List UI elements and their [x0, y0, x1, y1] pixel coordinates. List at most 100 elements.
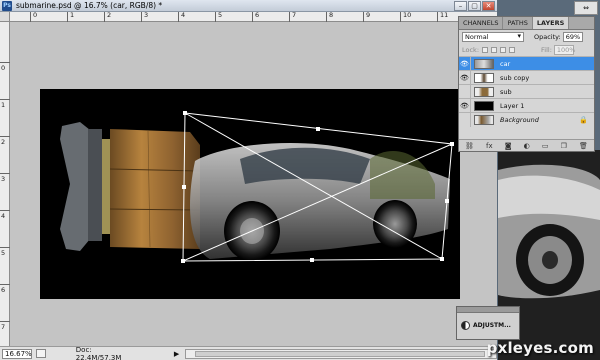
adjustments-button[interactable]: ADJUSTM... [461, 321, 519, 330]
ruler-left-tick: 6 [0, 284, 10, 294]
opacity-field[interactable]: 69% [562, 31, 583, 42]
link-icon[interactable]: ⛓ [465, 142, 474, 150]
lock-row: Lock: Fill: 100% [459, 43, 594, 56]
tab-channels[interactable]: CHANNELS [459, 17, 504, 29]
photoshop-icon: Ps [2, 0, 12, 11]
ruler-left-label: 5 [1, 249, 6, 257]
visibility-eye-icon[interactable]: 👁 [459, 98, 471, 113]
minimize-button[interactable]: – [454, 1, 467, 11]
adjustments-label: ADJUSTM... [473, 322, 511, 329]
ruler-top-label: 8 [329, 11, 334, 19]
canvas-area[interactable] [10, 22, 497, 346]
adjustments-icon [461, 321, 470, 330]
layer-thumbnail [474, 100, 494, 111]
lock-icon: 🔒 [579, 115, 588, 124]
blend-row: Normal Opacity: 69% [459, 30, 594, 43]
ruler-left-tick: 7 [0, 321, 10, 331]
layer-row-background[interactable]: Background 🔒 [459, 112, 594, 127]
scroll-thumb[interactable] [195, 350, 486, 357]
layer-thumbnail [474, 86, 494, 97]
ruler-top-label: 1 [70, 11, 75, 19]
layer-row-layer-1[interactable]: 👁 Layer 1 [459, 98, 594, 113]
layers-panel: CHANNELS PATHS LAYERS Normal Opacity: 69… [458, 16, 595, 152]
ruler-left-tick: 2 [0, 136, 10, 146]
fill-label: Fill: [541, 45, 552, 54]
panel-tabs: CHANNELS PATHS LAYERS [459, 17, 594, 30]
ruler-top-tick: 9 [363, 11, 370, 22]
ruler-left-label: 2 [1, 138, 6, 146]
ruler-left-label: 6 [1, 286, 6, 294]
layer-name: car [500, 59, 511, 68]
layer-row-car[interactable]: 👁 car [459, 56, 594, 71]
trash-icon[interactable]: 🗑 [579, 142, 588, 150]
ruler-top-tick: 4 [178, 11, 185, 22]
ruler-left-label: 3 [1, 175, 6, 183]
ruler-left[interactable]: 012345678 [0, 22, 10, 359]
document-window: Ps submarine.psd @ 16.7% (car, RGB/8) * … [0, 0, 497, 360]
status-bar: 16.67% Doc: 22.4M/57.3M ▶ [0, 346, 497, 360]
ruler-top-tick: 6 [252, 11, 259, 22]
opacity-label: Opacity: [534, 32, 561, 41]
status-menu-arrow-icon[interactable]: ▶ [174, 350, 179, 358]
visibility-eye-icon[interactable]: 👁 [459, 70, 471, 85]
ruler-left-tick: 5 [0, 247, 10, 257]
folder-icon[interactable]: ▭ [542, 142, 549, 150]
layer-row-sub-copy[interactable]: 👁 sub copy [459, 70, 594, 85]
fx-icon[interactable]: fx [486, 142, 493, 150]
lock-pixels-icon[interactable] [491, 46, 498, 53]
ruler-top[interactable]: 0 1 2 3 4 5 6 7 8 9 10 11 [10, 11, 497, 22]
zoom-field[interactable]: 16.67% [2, 348, 32, 359]
ruler-top-tick: 8 [326, 11, 333, 22]
doc-size-info: Doc: 22.4M/57.3M [75, 345, 122, 360]
layer-thumbnail [474, 114, 494, 125]
close-button[interactable]: ✕ [482, 1, 495, 11]
ruler-left-tick: 3 [0, 173, 10, 183]
ruler-top-label: 10 [403, 11, 412, 19]
ruler-top-label: 2 [107, 11, 112, 19]
new-layer-icon[interactable]: ❐ [561, 142, 567, 150]
blend-mode-select[interactable]: Normal [462, 31, 524, 42]
panel-menu-button[interactable]: ⇔ [574, 1, 598, 15]
lock-transparency-icon[interactable] [482, 46, 489, 53]
maximize-button[interactable]: ▢ [468, 1, 481, 11]
ruler-top-label: 5 [218, 11, 223, 19]
document-titlebar[interactable]: Ps submarine.psd @ 16.7% (car, RGB/8) * … [0, 0, 497, 12]
layer-name: Background [500, 115, 539, 124]
ruler-left-tick: 0 [0, 62, 10, 72]
lock-position-icon[interactable] [500, 46, 507, 53]
ruler-top-tick: 0 [30, 11, 37, 22]
ruler-top-tick: 2 [104, 11, 111, 22]
visibility-empty-slot[interactable] [459, 112, 471, 127]
image-canvas[interactable] [40, 89, 460, 299]
ruler-origin[interactable] [0, 12, 10, 22]
ruler-top-tick: 3 [141, 11, 148, 22]
lock-all-icon[interactable] [509, 46, 516, 53]
visibility-eye-icon[interactable]: 👁 [459, 56, 471, 71]
ruler-top-tick: 1 [67, 11, 74, 22]
ruler-top-tick: 10 [400, 11, 411, 22]
adjustments-panel: ADJUSTM... [456, 306, 520, 340]
tab-layers[interactable]: LAYERS [532, 17, 570, 29]
fill-field[interactable]: 100% [553, 44, 575, 55]
submarine-hull [109, 129, 201, 249]
ruler-top-label: 11 [440, 11, 449, 19]
lock-label: Lock: [462, 45, 480, 54]
tab-paths[interactable]: PATHS [503, 17, 533, 29]
status-info-icon[interactable] [36, 349, 46, 358]
visibility-empty-slot[interactable] [459, 84, 471, 99]
layers-panel-footer: ⛓ fx ◙ ◐ ▭ ❐ 🗑 [459, 139, 594, 151]
layer-thumbnail [474, 72, 494, 83]
adjustment-icon[interactable]: ◐ [524, 142, 530, 150]
ruler-left-label: 1 [1, 101, 6, 109]
ruler-left-label: 0 [1, 64, 6, 72]
composite-artwork [60, 111, 454, 263]
submarine-tail [60, 122, 112, 251]
mask-icon[interactable]: ◙ [505, 142, 512, 150]
layer-row-sub[interactable]: sub [459, 84, 594, 99]
panel-grip[interactable] [457, 307, 519, 313]
ruler-left-label: 7 [1, 323, 6, 331]
horizontal-scrollbar[interactable] [185, 348, 497, 359]
layer-name: Layer 1 [500, 101, 525, 110]
layer-name: sub copy [500, 73, 530, 82]
ruler-top-label: 4 [181, 11, 186, 19]
